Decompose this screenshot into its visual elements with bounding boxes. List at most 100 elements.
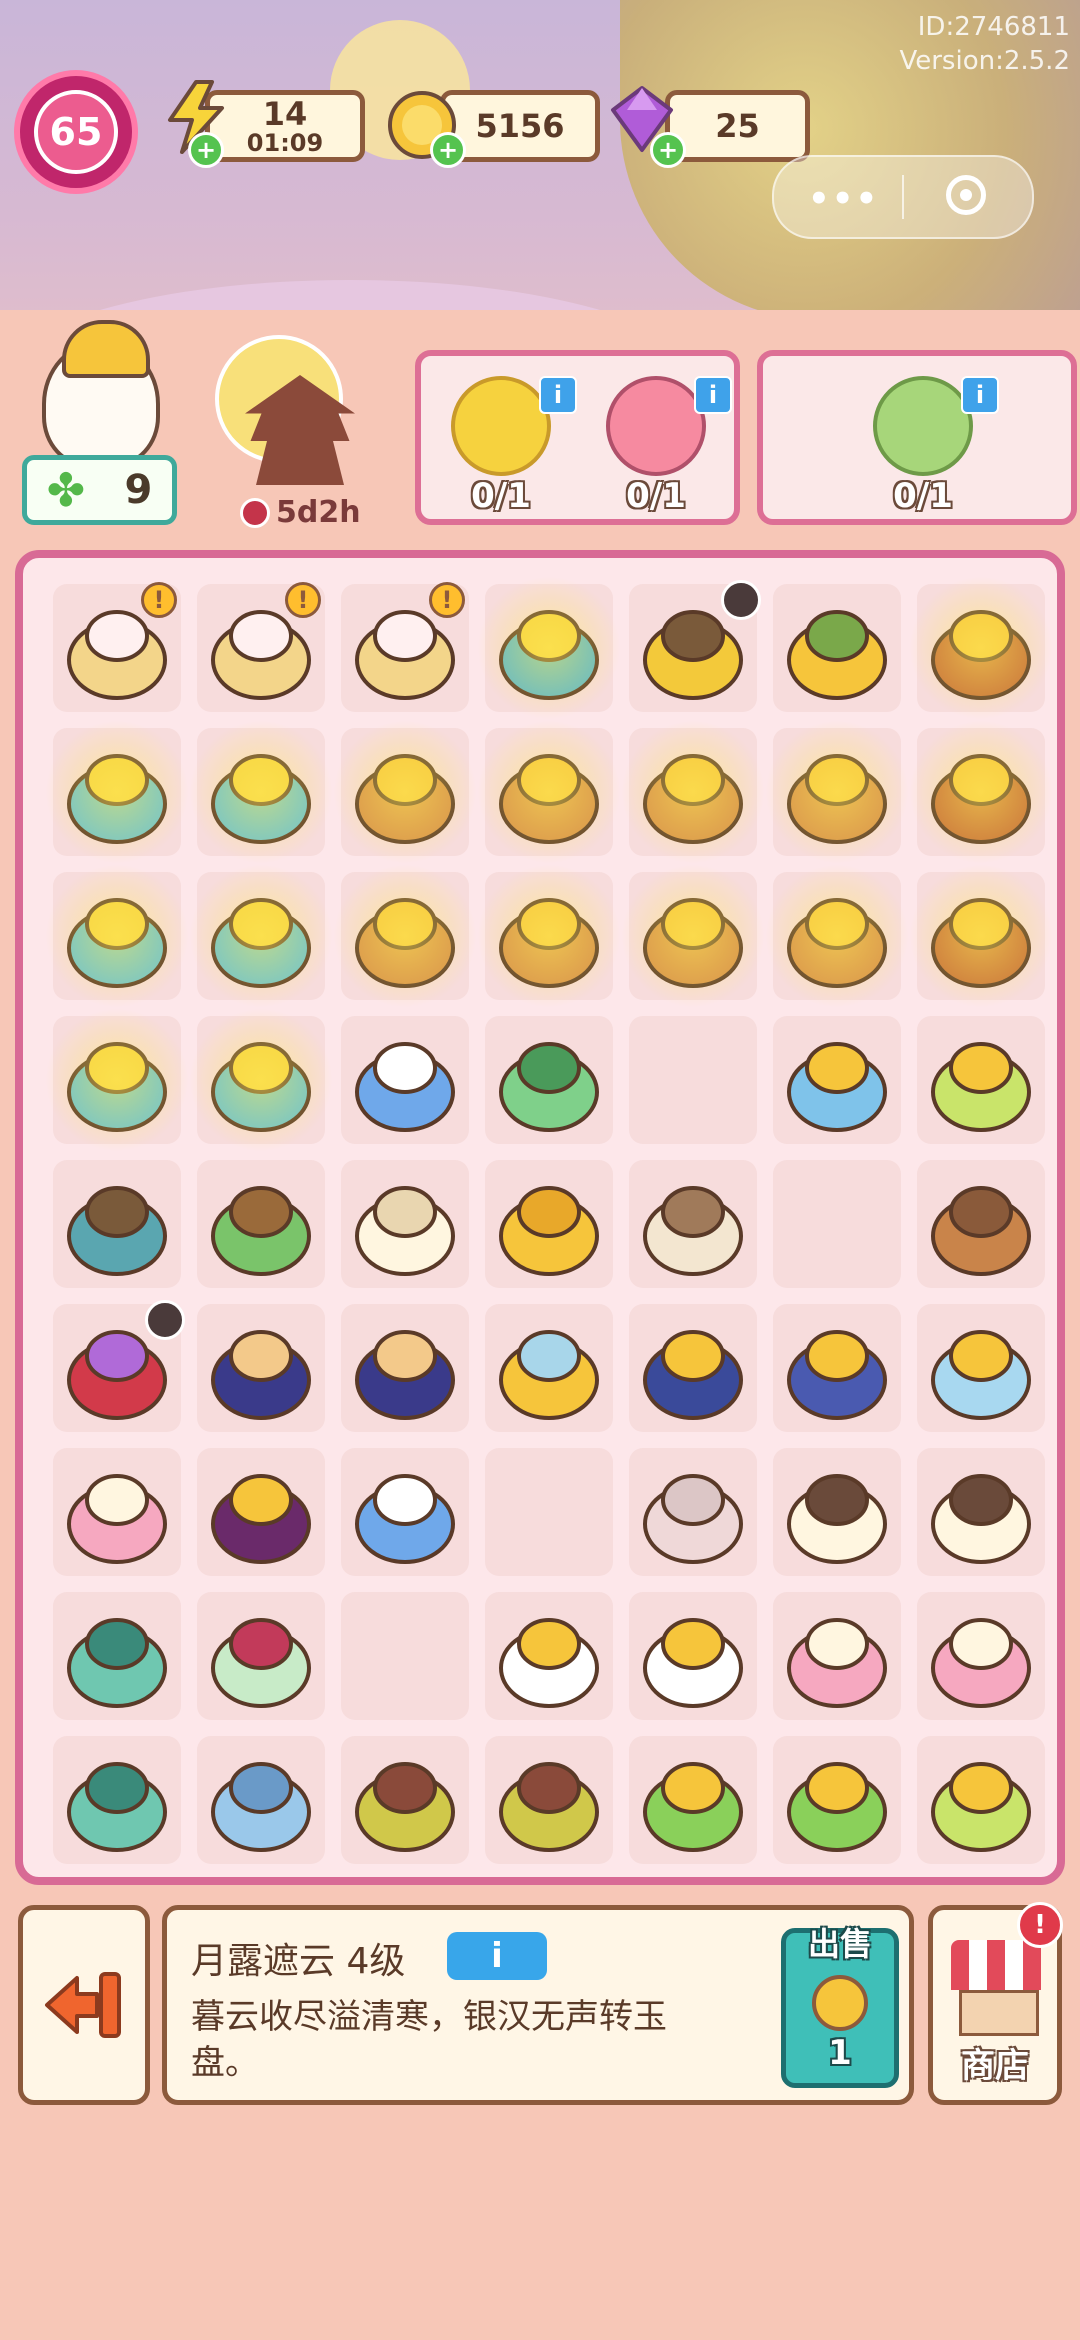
board-cell[interactable]	[909, 1728, 1053, 1872]
board-cell[interactable]	[333, 864, 477, 1008]
board-cell[interactable]	[333, 1440, 477, 1584]
board-cell[interactable]	[909, 1296, 1053, 1440]
gem-counter[interactable]: 25	[665, 90, 810, 162]
add-gems-button[interactable]: +	[650, 132, 686, 168]
board-cell[interactable]	[621, 1152, 765, 1296]
golden-mooncake-icon	[451, 376, 551, 476]
moon-festival-event[interactable]: 5d2h	[205, 335, 395, 535]
board-cell[interactable]	[477, 720, 621, 864]
board-cell[interactable]	[765, 1728, 909, 1872]
coin-icon	[812, 1975, 868, 2031]
board-cell[interactable]: !	[333, 576, 477, 720]
board-cell[interactable]	[477, 1584, 621, 1728]
board-cell[interactable]	[45, 864, 189, 1008]
order-info-button[interactable]: i	[539, 376, 577, 414]
item-description: 暮云收尽溢清寒，银汉无声转玉盘。	[191, 1997, 667, 2083]
board-cell[interactable]	[477, 1440, 621, 1584]
board-cell[interactable]	[333, 1728, 477, 1872]
board-cell[interactable]	[765, 1152, 909, 1296]
board-cell[interactable]	[45, 1584, 189, 1728]
board-cell[interactable]	[621, 1728, 765, 1872]
board-cell[interactable]	[45, 1008, 189, 1152]
board-cell[interactable]	[477, 1728, 621, 1872]
board-cell[interactable]	[189, 1584, 333, 1728]
board-cell[interactable]	[621, 1584, 765, 1728]
board-cell[interactable]	[765, 1440, 909, 1584]
board-cell[interactable]	[45, 1440, 189, 1584]
level-badge[interactable]: 65	[14, 70, 138, 194]
close-miniprogram-icon[interactable]	[946, 175, 986, 215]
board-cell[interactable]	[333, 1584, 477, 1728]
board-cell[interactable]	[765, 720, 909, 864]
board-cell[interactable]	[765, 1296, 909, 1440]
board-cell[interactable]	[909, 864, 1053, 1008]
bunny-cupcake-icon	[923, 1598, 1039, 1714]
board-cell[interactable]	[765, 576, 909, 720]
miniprogram-capsule: •••	[772, 155, 1034, 239]
item-info-button[interactable]: i	[447, 1932, 547, 1980]
board-cell[interactable]	[333, 720, 477, 864]
board-cell[interactable]	[333, 1296, 477, 1440]
board-cell[interactable]	[189, 1008, 333, 1152]
board-cell[interactable]: !	[45, 576, 189, 720]
star-bottles-icon	[923, 1310, 1039, 1426]
board-cell[interactable]	[477, 864, 621, 1008]
board-cell[interactable]	[909, 576, 1053, 720]
osmanthus-branch-icon	[779, 590, 895, 706]
shop-label: 商店	[961, 2046, 1029, 2086]
thread-spool-icon	[635, 1166, 751, 1282]
merge-glow	[45, 720, 189, 864]
board-cell[interactable]	[189, 1728, 333, 1872]
board-cell[interactable]	[333, 1008, 477, 1152]
board-cell[interactable]: !	[189, 576, 333, 720]
board-cell[interactable]	[765, 1008, 909, 1152]
board-cell[interactable]	[189, 1296, 333, 1440]
add-energy-button[interactable]: +	[188, 132, 224, 168]
shop-button[interactable]: 商店 !	[928, 1902, 1063, 2105]
board-cell[interactable]	[189, 1152, 333, 1296]
board-cell[interactable]	[621, 576, 765, 720]
board-cell[interactable]	[765, 1584, 909, 1728]
more-menu-icon[interactable]: •••	[808, 179, 879, 219]
board-cell[interactable]	[189, 1440, 333, 1584]
order-card-1[interactable]: 0/1 0/1 i i	[415, 350, 740, 525]
board-cell[interactable]	[909, 1152, 1053, 1296]
starry-jar-icon	[635, 1310, 751, 1426]
order-count: 0/1	[626, 476, 686, 516]
order-info-button[interactable]: i	[961, 376, 999, 414]
board-cell[interactable]	[621, 1440, 765, 1584]
clover-counter[interactable]: ✤ 9	[22, 455, 177, 525]
board-cell[interactable]	[477, 1008, 621, 1152]
sell-button[interactable]: 出售 1	[781, 1925, 899, 2088]
board-cell[interactable]	[45, 1296, 189, 1440]
add-coins-button[interactable]: +	[430, 132, 466, 168]
board-cell[interactable]	[621, 1296, 765, 1440]
board-cell[interactable]	[189, 864, 333, 1008]
order-info-button[interactable]: i	[694, 376, 732, 414]
exit-button[interactable]	[18, 1905, 150, 2105]
shop-stall-icon	[959, 1990, 1039, 2036]
board-cell[interactable]	[909, 1008, 1053, 1152]
board-cell[interactable]	[333, 1152, 477, 1296]
osmanthus-soup-icon	[923, 1022, 1039, 1138]
board-cell[interactable]	[45, 1152, 189, 1296]
board-cell[interactable]	[45, 1728, 189, 1872]
board-cell[interactable]	[621, 720, 765, 864]
board-cell[interactable]	[621, 1008, 765, 1152]
starry-cup-icon	[779, 1310, 895, 1426]
board-cell[interactable]	[477, 1296, 621, 1440]
board-cell[interactable]	[45, 720, 189, 864]
order-card-2[interactable]: 0/1 i	[757, 350, 1077, 525]
board-cell[interactable]	[765, 864, 909, 1008]
wine-bottle-icon	[203, 1454, 319, 1570]
infinity-crystal-icon	[347, 1022, 463, 1138]
board-cell[interactable]	[909, 1584, 1053, 1728]
board-cell[interactable]	[909, 720, 1053, 864]
board-cell[interactable]	[189, 720, 333, 864]
merge-glow	[621, 864, 765, 1008]
board-cell[interactable]	[621, 864, 765, 1008]
bamboo-cup-icon	[635, 1742, 751, 1858]
board-cell[interactable]	[477, 1152, 621, 1296]
board-cell[interactable]	[477, 576, 621, 720]
board-cell[interactable]	[909, 1440, 1053, 1584]
